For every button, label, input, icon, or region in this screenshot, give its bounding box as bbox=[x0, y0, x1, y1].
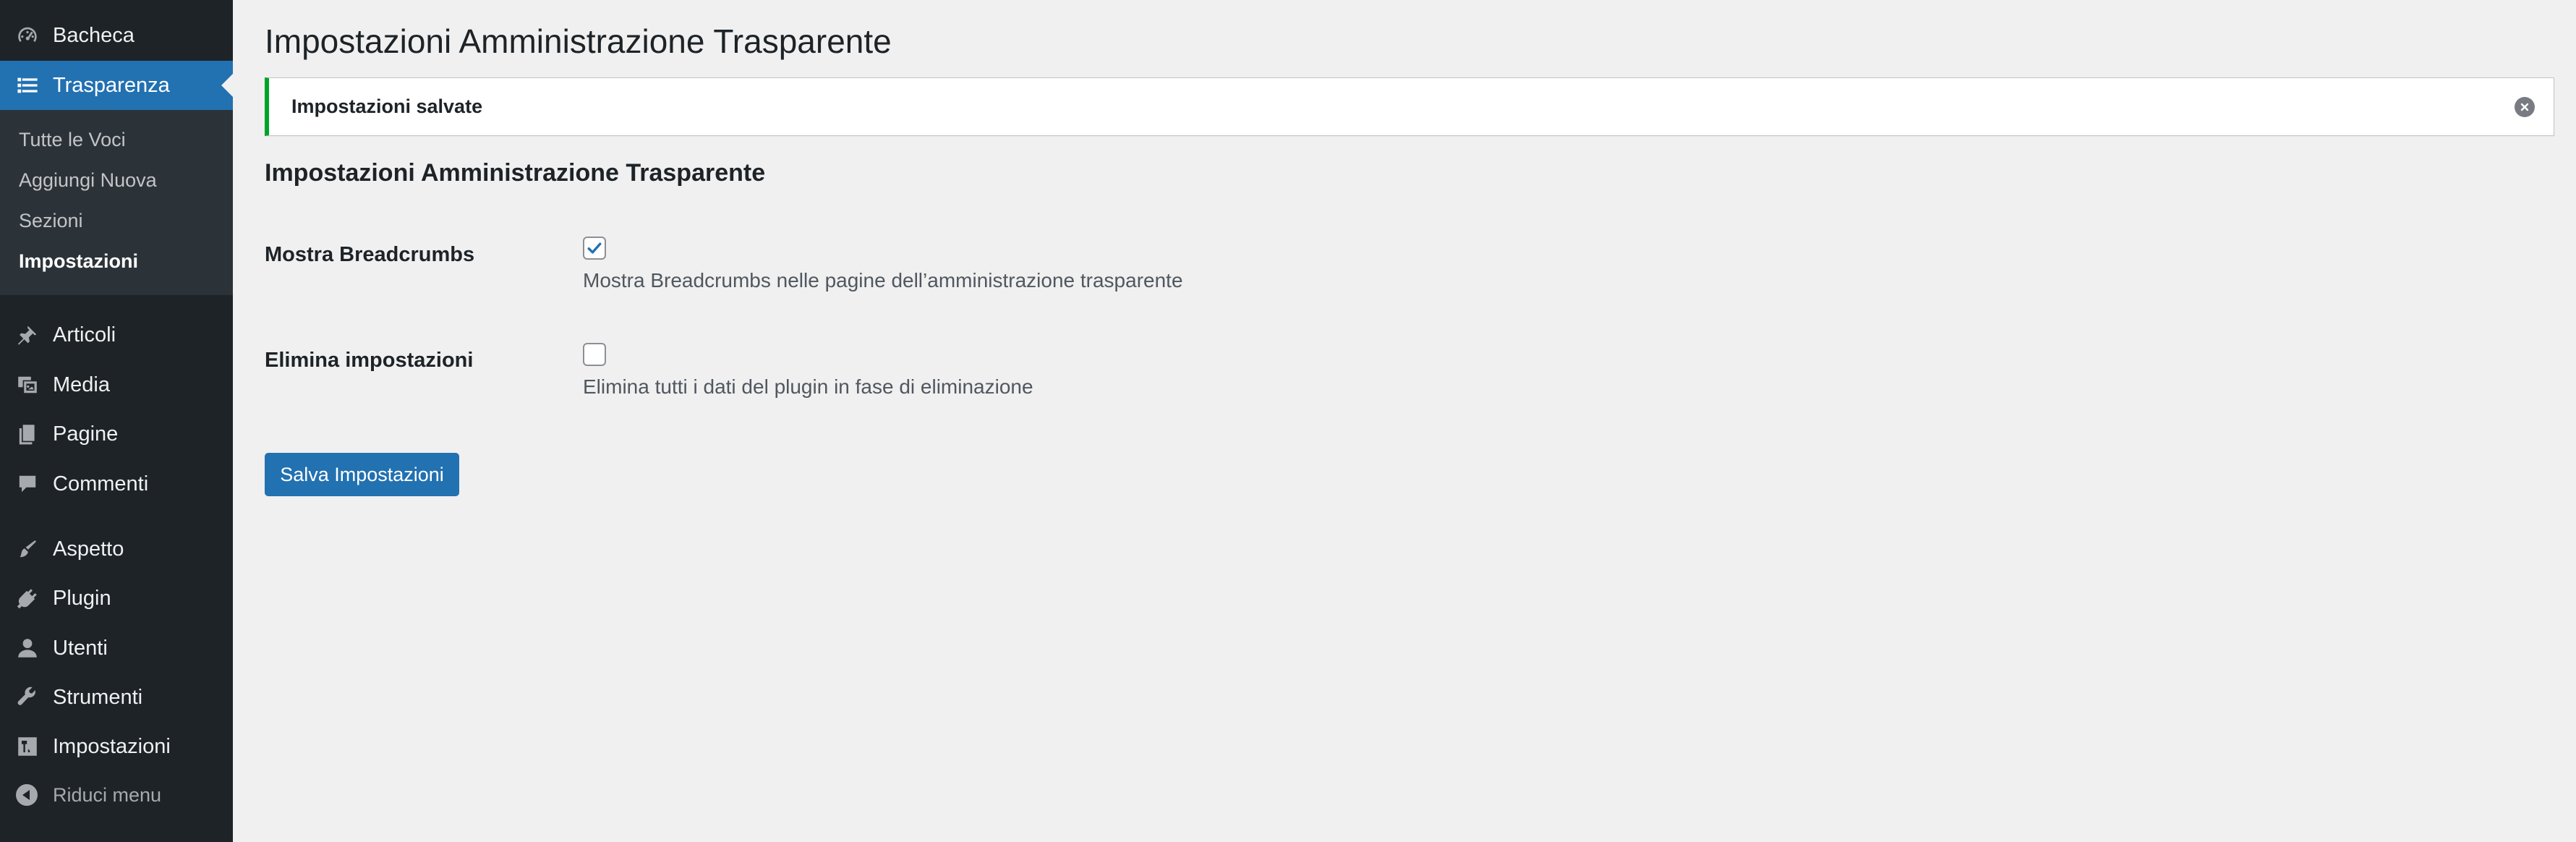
admin-sidebar: Bacheca Trasparenza Tutte le Voci Aggiun… bbox=[0, 0, 233, 842]
page-title: Impostazioni Amministrazione Trasparente bbox=[265, 22, 892, 60]
menu-item-bacheca[interactable]: Bacheca bbox=[0, 11, 233, 60]
collapse-arrow-icon bbox=[16, 784, 38, 806]
save-settings-button[interactable]: Salva Impostazioni bbox=[265, 453, 459, 496]
submenu-item-sezioni[interactable]: Sezioni bbox=[19, 210, 83, 232]
menu-item-plugin[interactable]: Plugin bbox=[0, 574, 233, 623]
paintbrush-icon bbox=[16, 537, 39, 561]
comment-icon bbox=[16, 472, 39, 496]
submenu-item-impostazioni[interactable]: Impostazioni bbox=[19, 250, 138, 273]
field-description: Elimina tutti i dati del plugin in fase … bbox=[583, 375, 1033, 398]
menu-item-commenti[interactable]: Commenti bbox=[0, 459, 233, 509]
menu-item-label: Articoli bbox=[53, 323, 116, 346]
success-notice: Impostazioni salvate bbox=[265, 77, 2554, 136]
menu-item-label: Media bbox=[53, 373, 110, 396]
pages-icon bbox=[16, 422, 39, 446]
menu-item-label: Impostazioni bbox=[53, 734, 171, 758]
pushpin-icon bbox=[16, 323, 39, 346]
section-title: Impostazioni Amministrazione Trasparente bbox=[265, 159, 766, 187]
plugin-icon bbox=[16, 587, 39, 610]
close-icon bbox=[2520, 103, 2529, 111]
menu-item-utenti[interactable]: Utenti bbox=[0, 624, 233, 673]
notice-text: Impostazioni salvate bbox=[291, 95, 483, 117]
media-icon bbox=[16, 373, 39, 396]
menu-item-media[interactable]: Media bbox=[0, 360, 233, 409]
main-content: Impostazioni Amministrazione Trasparente… bbox=[233, 0, 2576, 842]
menu-item-articoli[interactable]: Articoli bbox=[0, 310, 233, 360]
elimina-impostazioni-checkbox[interactable] bbox=[583, 343, 606, 366]
settings-sliders-icon bbox=[16, 735, 39, 758]
checkmark-icon bbox=[587, 242, 602, 254]
collapse-menu-button[interactable]: Riduci menu bbox=[0, 771, 233, 819]
dismiss-notice-button[interactable] bbox=[2515, 97, 2535, 117]
menu-item-label: Strumenti bbox=[53, 685, 143, 709]
list-icon bbox=[16, 74, 39, 97]
collapse-menu-label: Riduci menu bbox=[53, 783, 162, 806]
menu-item-trasparenza[interactable]: Trasparenza bbox=[0, 61, 233, 110]
submenu: Tutte le Voci Aggiungi Nuova Sezioni Imp… bbox=[0, 110, 233, 295]
dashboard-icon bbox=[16, 24, 39, 47]
menu-item-impostazioni[interactable]: Impostazioni bbox=[0, 722, 233, 771]
menu-item-label: Trasparenza bbox=[53, 73, 170, 97]
submenu-item-aggiungi-nuova[interactable]: Aggiungi Nuova bbox=[19, 169, 157, 192]
submenu-item-tutte-le-voci[interactable]: Tutte le Voci bbox=[19, 129, 126, 151]
user-icon bbox=[16, 637, 39, 660]
current-menu-arrow bbox=[221, 74, 233, 97]
mostra-breadcrumbs-checkbox[interactable] bbox=[583, 237, 606, 260]
menu-item-label: Bacheca bbox=[53, 23, 135, 47]
wrench-icon bbox=[16, 686, 39, 709]
field-label-elimina-impostazioni: Elimina impostazioni bbox=[265, 349, 474, 372]
field-label-mostra-breadcrumbs: Mostra Breadcrumbs bbox=[265, 243, 475, 266]
menu-item-label: Aspetto bbox=[53, 537, 124, 561]
field-description: Mostra Breadcrumbs nelle pagine dell’amm… bbox=[583, 269, 1183, 292]
menu-item-strumenti[interactable]: Strumenti bbox=[0, 673, 233, 722]
menu-item-label: Plugin bbox=[53, 586, 111, 610]
menu-item-aspetto[interactable]: Aspetto bbox=[0, 524, 233, 574]
menu-item-label: Utenti bbox=[53, 636, 108, 660]
menu-item-pagine[interactable]: Pagine bbox=[0, 409, 233, 459]
menu-item-label: Pagine bbox=[53, 422, 119, 446]
menu-item-label: Commenti bbox=[53, 472, 149, 496]
